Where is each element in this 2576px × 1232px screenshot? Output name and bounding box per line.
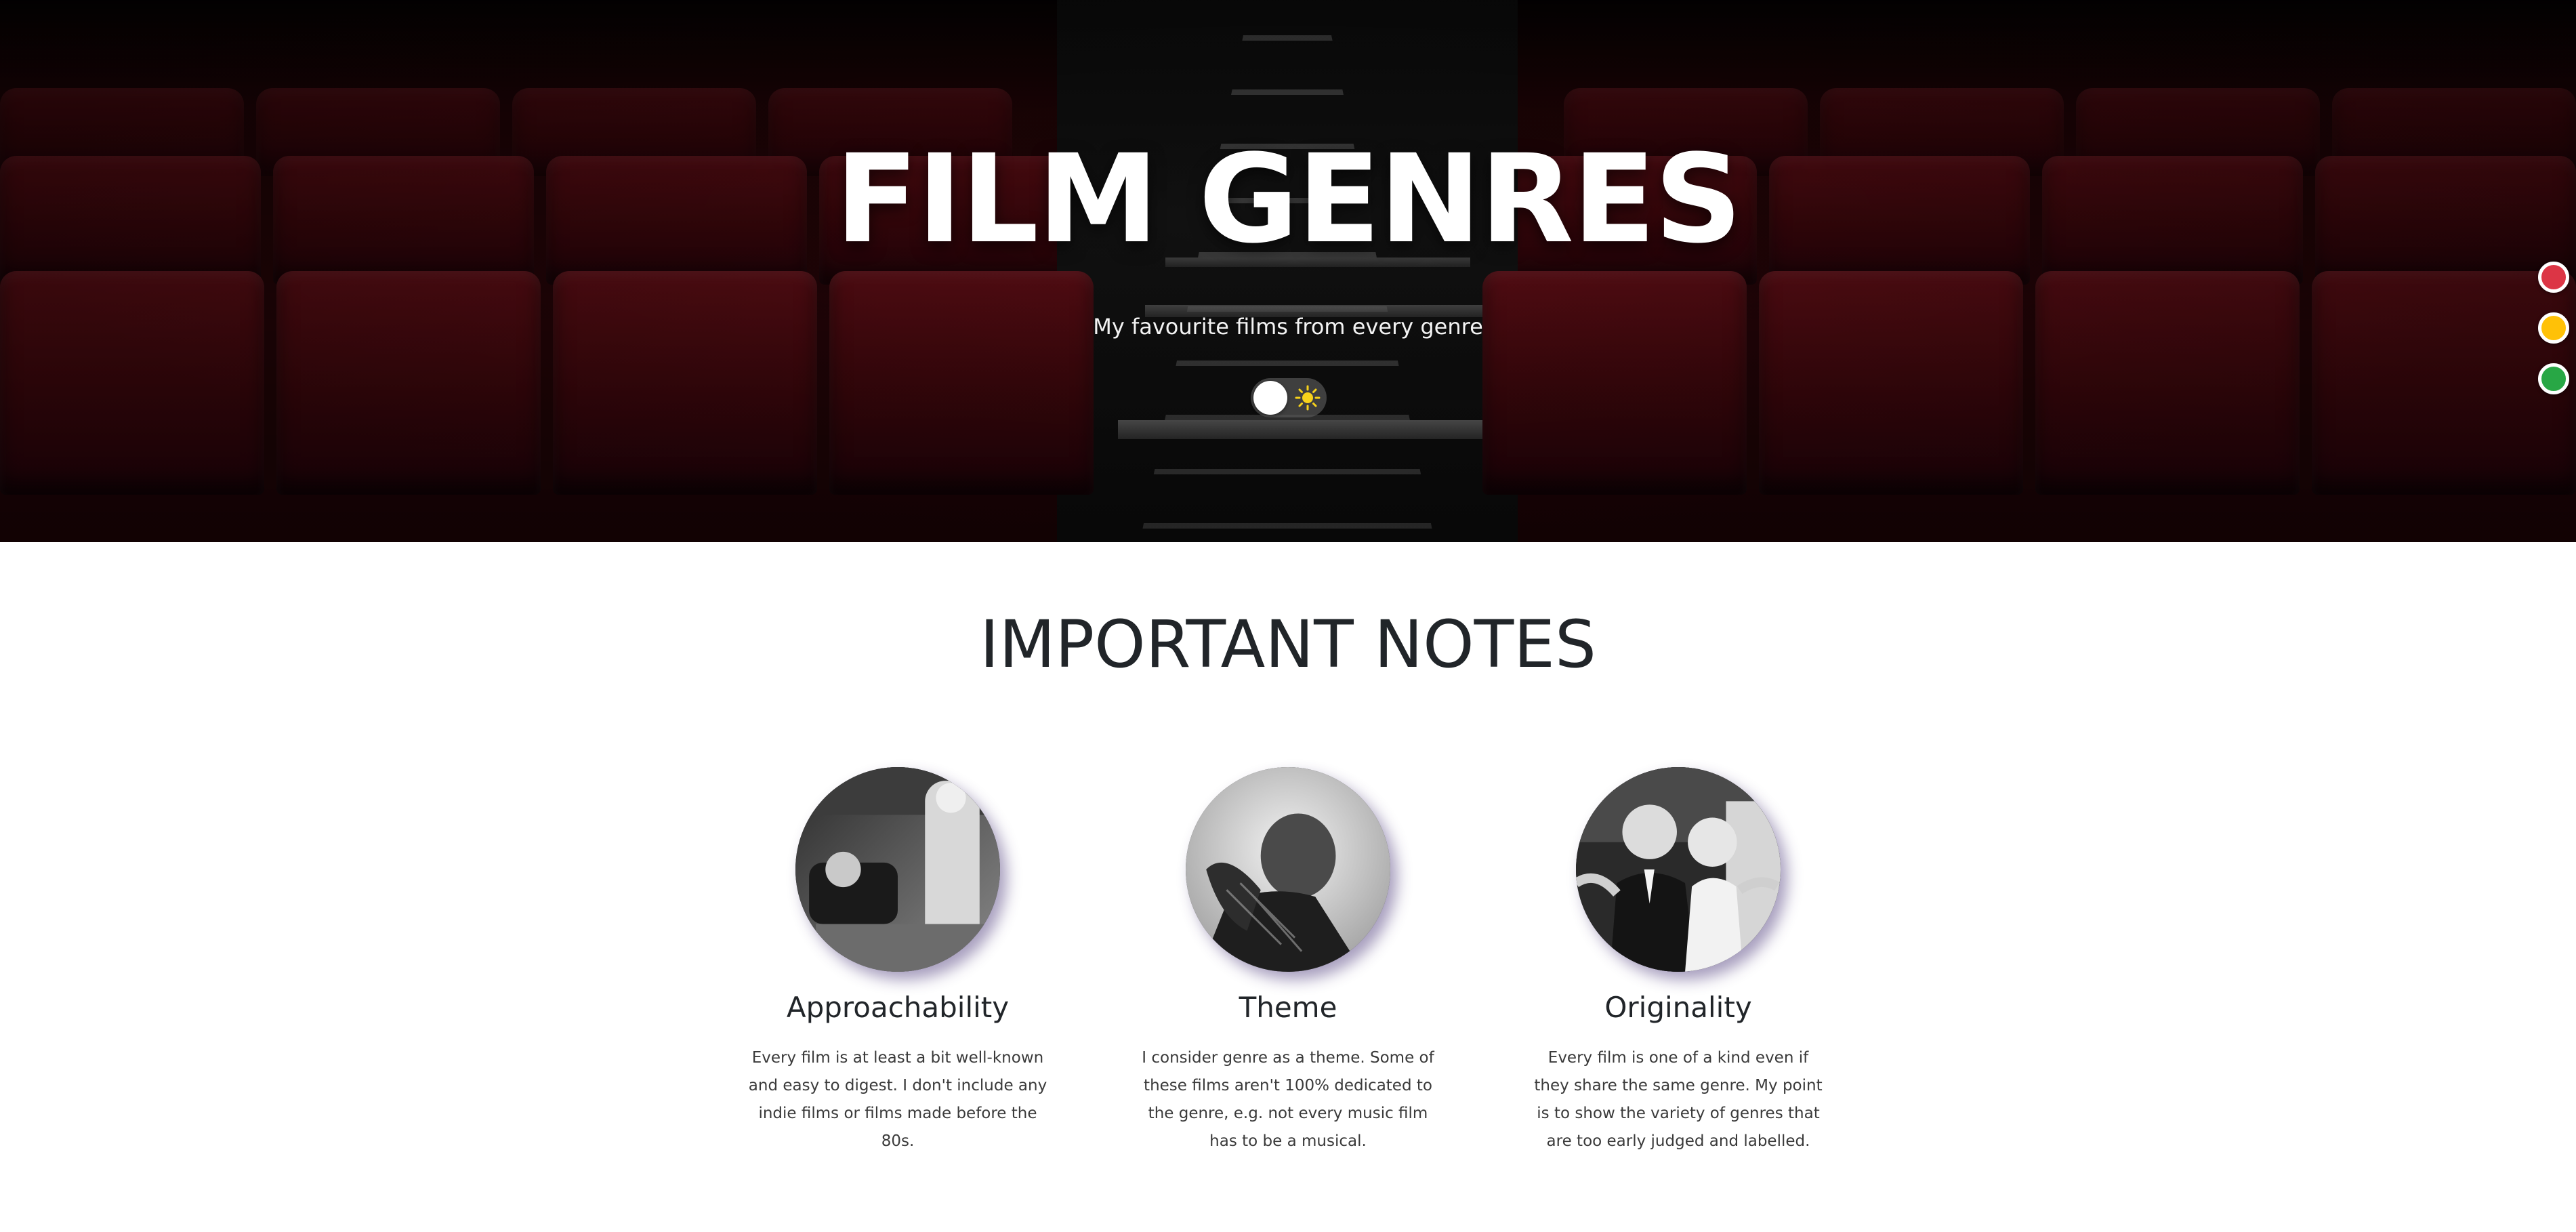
notes-section: IMPORTANT NOTES Approachability Every fi… <box>0 542 2576 1232</box>
card-title: Approachability <box>786 991 1010 1024</box>
notes-cards: Approachability Every film is at least a… <box>745 767 1831 1155</box>
color-dot-yellow[interactable] <box>2538 312 2569 344</box>
color-switcher <box>2538 262 2576 414</box>
card-title: Theme <box>1239 991 1337 1024</box>
card-image-theme <box>1186 767 1390 972</box>
hero-section: FILM GENRES My favourite films from ever… <box>0 0 2576 542</box>
page-subtitle: My favourite films from every genre <box>1093 314 1483 340</box>
color-dot-red[interactable] <box>2538 262 2569 293</box>
toggle-knob <box>1253 381 1287 415</box>
card-text: I consider genre as a theme. Some of the… <box>1142 1049 1434 1150</box>
sun-icon <box>1295 385 1321 411</box>
film-still-icon <box>795 767 1000 972</box>
card-text: Every film is one of a kind even if they… <box>1534 1049 1823 1150</box>
note-card: Theme I consider genre as a theme. Some … <box>1136 767 1440 1155</box>
theme-toggle[interactable] <box>1251 378 1327 417</box>
color-dot-green[interactable] <box>2538 363 2569 394</box>
film-still-icon <box>1186 767 1390 972</box>
card-image-approachability <box>795 767 1000 972</box>
card-image-originality <box>1576 767 1781 972</box>
page-title: FILM GENRES <box>835 129 1743 270</box>
note-card: Approachability Every film is at least a… <box>745 767 1050 1155</box>
notes-title: IMPORTANT NOTES <box>980 607 1596 682</box>
card-text: Every film is at least a bit well-known … <box>748 1049 1047 1150</box>
film-still-icon <box>1576 767 1781 972</box>
note-card: Originality Every film is one of a kind … <box>1526 767 1831 1155</box>
card-title: Originality <box>1604 991 1752 1024</box>
